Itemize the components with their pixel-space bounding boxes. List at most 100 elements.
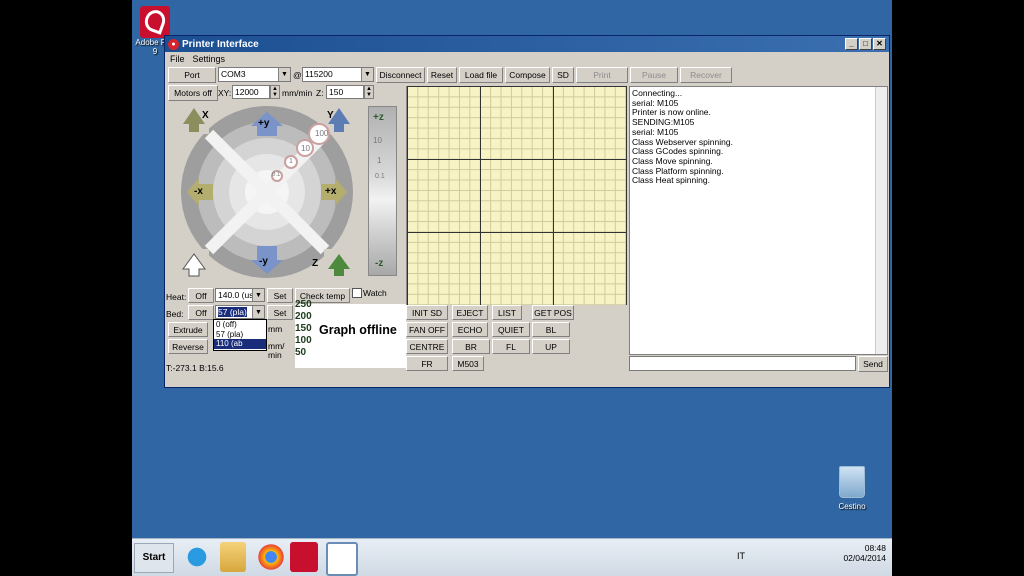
macro-fr[interactable]: FR [406,356,448,371]
baud-select[interactable]: 115200 ▼ [302,67,374,82]
temperature-graph: 250 200 150 100 50 Graph offline [295,299,406,368]
extrude-mm-label: mm [268,324,283,334]
start-button[interactable]: Start [134,543,174,573]
macro-eject[interactable]: EJECT [452,305,488,320]
chevron-down-icon[interactable]: ▼ [361,68,373,81]
watch-label: Watch [363,288,387,298]
at-label: @ [293,70,302,80]
home-z-label: Z [312,258,319,269]
step-label-1: 1 [289,158,293,165]
macro-init-sd[interactable]: INIT SD [406,305,448,320]
bed-temp-dropdown-list: 0 (off) 57 (pla) 110 (ab [213,319,267,351]
bed-set-button[interactable]: Set [267,305,293,320]
build-plate-view[interactable] [406,86,627,305]
disconnect-button[interactable]: Disconnect [376,67,425,83]
port-select[interactable]: COM3 ▼ [218,67,291,82]
maximize-button[interactable]: □ [859,38,872,50]
menu-bar: File Settings [165,52,889,65]
home-x-label: X [202,110,209,121]
heat-set-button[interactable]: Set [267,288,293,303]
plus-x-label: +x [325,186,337,197]
step-label-100: 100 [315,129,329,138]
language-indicator[interactable]: IT [737,551,745,561]
file-explorer-icon[interactable] [220,542,246,572]
chevron-down-icon[interactable]: ▼ [252,306,264,318]
internet-explorer-icon[interactable] [180,542,214,572]
acrobat-taskbar-icon[interactable] [290,542,318,572]
recover-button[interactable]: Recover [680,67,732,83]
window-title: Printer Interface [182,38,259,50]
step-label-10: 10 [301,144,310,153]
macro-m503[interactable]: M503 [452,356,484,371]
macro-up[interactable]: UP [532,339,570,354]
plus-z-label: +z [373,112,384,123]
macro-echo[interactable]: ECHO [452,322,488,337]
heat-label: Heat: [166,292,187,302]
xy-feedrate-input[interactable]: 12000 [232,85,270,99]
z-jog-control[interactable] [368,106,397,276]
z-step-10: 10 [373,136,382,145]
minus-y-label: -y [259,256,268,267]
printer-interface-taskbar-icon[interactable] [326,542,358,576]
macro-centre[interactable]: CENTRE [406,339,448,354]
z-label: Z: [316,88,324,98]
graph-tick: 150 [295,323,312,334]
chevron-down-icon[interactable]: ▼ [278,68,290,81]
macro-bl[interactable]: BL [532,322,570,337]
bed-off-button[interactable]: Off [188,305,214,320]
heat-temp-value: 140.0 (us [218,290,254,300]
chevron-down-icon[interactable]: ▼ [252,289,264,301]
xy-label: XY: [218,88,232,98]
load-file-button[interactable]: Load file [459,67,503,83]
macro-fan-off[interactable]: FAN OFF [406,322,448,337]
send-button[interactable]: Send [858,356,888,372]
reset-button[interactable]: Reset [427,67,457,83]
step-label-01: 0.1 [272,172,281,178]
bed-temp-value: 57 (pla) [218,307,247,317]
chrome-icon[interactable] [254,542,288,572]
heat-temp-select[interactable]: 140.0 (us ▼ [215,288,265,302]
z-step-01: 0.1 [375,173,385,180]
bed-option[interactable]: 0 (off) [214,320,266,330]
watch-checkbox[interactable] [352,288,362,298]
console-scrollbar[interactable] [875,87,887,354]
command-input[interactable] [629,356,856,371]
close-button[interactable]: ✕ [873,38,886,50]
sd-button[interactable]: SD [552,67,574,83]
pause-button[interactable]: Pause [630,67,678,83]
title-bar[interactable]: ● Printer Interface _ □ ✕ [165,36,889,52]
printer-interface-window: ● Printer Interface _ □ ✕ File Settings … [164,35,890,388]
macro-quiet[interactable]: QUIET [492,322,530,337]
graph-tick: 250 [295,299,312,310]
port-button[interactable]: Port [168,67,216,83]
bed-temp-select[interactable]: 57 (pla) ▼ [215,305,265,319]
menu-file[interactable]: File [170,54,185,64]
macro-fl[interactable]: FL [492,339,530,354]
desktop-icon-label: Cestino [838,502,866,511]
macro-list[interactable]: LIST [492,305,522,320]
bed-option[interactable]: 57 (pla) [214,330,266,340]
bed-option-highlighted[interactable]: 110 (ab [214,339,266,349]
minimize-button[interactable]: _ [845,38,858,50]
macro-get-pos[interactable]: GET POS [532,305,574,320]
reverse-button[interactable]: Reverse [168,339,208,354]
menu-settings[interactable]: Settings [193,54,226,64]
recycle-bin-desktop-icon[interactable]: Cestino [822,466,882,511]
extrude-button[interactable]: Extrude [168,322,208,337]
motors-off-button[interactable]: Motors off [168,85,218,101]
graph-tick: 50 [295,347,307,358]
z-feedrate-input[interactable]: 150 [326,85,364,99]
print-button[interactable]: Print [576,67,628,83]
z-spin-control[interactable]: ▲ ▼ [364,85,374,99]
system-tray[interactable]: 08:48 02/04/2014 [843,543,886,563]
recycle-bin-icon [839,466,865,498]
plus-y-label: +y [258,118,270,129]
minus-z-label: -z [375,258,384,269]
console-output[interactable]: Connecting... serial: M105 Printer is no… [629,86,888,355]
compose-button[interactable]: Compose [505,67,550,83]
mm-min-label: mm/min [282,88,313,98]
macro-br[interactable]: BR [452,339,490,354]
heat-off-button[interactable]: Off [188,288,214,303]
xy-spin-control[interactable]: ▲ ▼ [270,85,280,99]
baud-value: 115200 [305,69,333,79]
